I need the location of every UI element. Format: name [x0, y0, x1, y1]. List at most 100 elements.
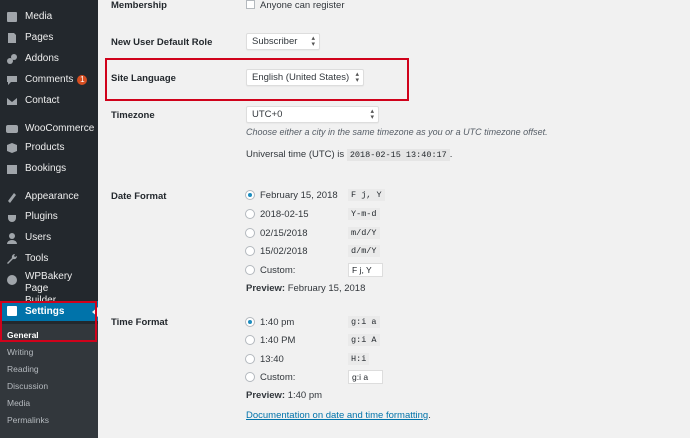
menu-label: Bookings [25, 163, 67, 174]
menu-item-users[interactable]: Users [0, 227, 98, 248]
submenu-item-writing[interactable]: Writing [0, 343, 98, 360]
time-format-code: g:i a [348, 316, 380, 328]
menu-label: Pages [25, 32, 54, 43]
time-preview-label: Preview: [246, 390, 286, 401]
woocommerce-icon [5, 122, 19, 136]
menu-label: Plugins [25, 211, 58, 222]
submenu-item-discussion[interactable]: Discussion [0, 377, 98, 394]
site-language-select[interactable]: English (United States) ▴ ▾ [246, 69, 364, 86]
menu-label: Users [25, 232, 52, 243]
date-format-option-label: 2018-02-15 [260, 208, 309, 220]
plugins-icon [5, 210, 19, 224]
time-format-option-label: 1:40 PM [260, 334, 296, 346]
select-arrows-icon: ▴ ▾ [370, 108, 374, 121]
select-arrows-icon: ▴ ▾ [311, 35, 315, 48]
utc-time-prefix: Universal time (UTC) is [246, 149, 345, 160]
menu-label: Contact [25, 95, 60, 106]
documentation-suffix: . [428, 410, 431, 421]
date-format-code: Y-m-d [348, 208, 380, 220]
utc-time-value: 2018-02-15 13:40:17 [346, 149, 450, 161]
menu-item-contact[interactable]: Contact [0, 90, 98, 111]
comments-count-badge: 1 [77, 74, 88, 85]
timezone-value: UTC+0 [252, 109, 283, 120]
menu-label: Comments [25, 74, 74, 85]
custom-time-format-input[interactable]: g:i a [348, 370, 383, 384]
time-format-option[interactable]: 1:40 PM g:i A [245, 333, 380, 347]
utc-time-suffix: . [449, 149, 453, 160]
submenu-item-reading[interactable]: Reading [0, 360, 98, 377]
time-format-option-label: Custom: [260, 371, 296, 383]
default-role-select[interactable]: Subscriber ▴ ▾ [246, 33, 320, 50]
radio-button[interactable] [245, 372, 255, 382]
menu-item-products[interactable]: Products [0, 137, 98, 158]
menu-item-woocommerce[interactable]: WooCommerce [0, 118, 98, 139]
time-format-option-custom[interactable]: Custom: g:i a [245, 370, 383, 384]
select-arrows-icon: ▴ ▾ [355, 71, 359, 84]
menu-item-pages[interactable]: Pages [0, 27, 98, 48]
membership-label: Membership [111, 0, 167, 11]
menu-item-bookings[interactable]: Bookings [0, 158, 98, 179]
time-format-option[interactable]: 1:40 pm g:i a [245, 315, 380, 329]
anyone-can-register-checkbox[interactable] [246, 0, 255, 9]
menu-item-appearance[interactable]: Appearance [0, 186, 98, 207]
date-time-documentation-link[interactable]: Documentation on date and time formattin… [246, 410, 428, 421]
date-format-option-label: February 15, 2018 [260, 189, 338, 201]
menu-item-plugins[interactable]: Plugins [0, 206, 98, 227]
menu-label: Media [25, 11, 53, 22]
time-format-option[interactable]: 13:40 H:i [245, 352, 370, 366]
menu-item-comments[interactable]: Comments 1 [0, 69, 98, 90]
date-format-option[interactable]: 15/02/2018 d/m/Y [245, 244, 380, 258]
radio-button[interactable] [245, 265, 255, 275]
wpbakery-icon [5, 273, 19, 287]
menu-item-addons[interactable]: Addons [0, 48, 98, 69]
radio-button[interactable] [245, 354, 255, 364]
radio-button[interactable] [245, 246, 255, 256]
utc-time-row: Universal time (UTC) is 2018-02-15 13:40… [246, 149, 453, 161]
pages-icon [5, 31, 19, 45]
admin-sidebar: Media Pages Addons Comments 1 Contact Wo… [0, 0, 98, 438]
menu-item-wpbakery[interactable]: WPBakery Page Builder [0, 271, 98, 306]
media-icon [5, 10, 19, 24]
users-icon [5, 231, 19, 245]
menu-item-media[interactable]: Media [0, 6, 98, 27]
menu-label: Addons [25, 53, 59, 64]
timezone-label: Timezone [111, 110, 155, 121]
date-preview: Preview: February 15, 2018 [246, 283, 365, 294]
date-format-option[interactable]: 2018-02-15 Y-m-d [245, 207, 380, 221]
anyone-can-register-label: Anyone can register [260, 0, 345, 11]
date-format-option-label: 02/15/2018 [260, 227, 308, 239]
date-format-option-label: Custom: [260, 264, 296, 276]
submenu-item-media[interactable]: Media [0, 394, 98, 411]
menu-label: Appearance [25, 191, 79, 202]
site-language-value: English (United States) [252, 72, 350, 83]
general-settings-form: Membership Anyone can register New User … [98, 0, 690, 438]
timezone-select[interactable]: UTC+0 ▴ ▾ [246, 106, 379, 123]
time-format-code: g:i A [348, 334, 380, 346]
menu-label-line1: WPBakery Page [24, 271, 73, 294]
addons-icon [5, 52, 19, 66]
radio-button[interactable] [245, 317, 255, 327]
products-icon [5, 141, 19, 155]
site-language-label: Site Language [111, 73, 176, 84]
time-format-option-label: 13:40 [260, 353, 284, 365]
menu-item-tools[interactable]: Tools [0, 248, 98, 269]
custom-date-format-input[interactable]: F j, Y [348, 263, 383, 277]
settings-highlight-box [0, 301, 97, 342]
comments-icon [5, 73, 19, 87]
date-format-option[interactable]: 02/15/2018 m/d/Y [245, 226, 380, 240]
date-format-code: F j, Y [348, 189, 385, 201]
radio-button[interactable] [245, 335, 255, 345]
time-preview: Preview: 1:40 pm [246, 390, 322, 401]
radio-button[interactable] [245, 190, 255, 200]
date-format-option-custom[interactable]: Custom: F j, Y [245, 263, 383, 277]
bookings-icon [5, 162, 19, 176]
submenu-item-permalinks[interactable]: Permalinks [0, 411, 98, 428]
time-preview-value: 1:40 pm [287, 390, 323, 401]
radio-button[interactable] [245, 228, 255, 238]
menu-label: Products [25, 142, 65, 153]
documentation-row: Documentation on date and time formattin… [246, 410, 431, 421]
tools-icon [5, 252, 19, 266]
radio-button[interactable] [245, 209, 255, 219]
timezone-description: Choose either a city in the same timezon… [246, 127, 548, 137]
date-format-option[interactable]: February 15, 2018 F j, Y [245, 188, 385, 202]
